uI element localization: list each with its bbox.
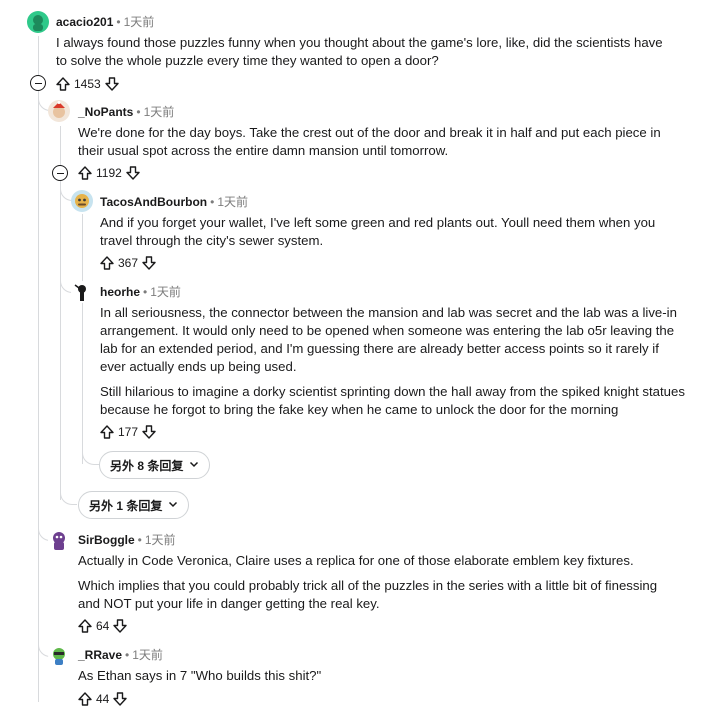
vote-count: 1192: [96, 166, 122, 180]
comment-body: And if you forget your wallet, I've left…: [100, 214, 690, 250]
upvote-icon[interactable]: [99, 255, 115, 271]
downvote-icon[interactable]: [125, 165, 141, 181]
upvote-icon[interactable]: [77, 618, 93, 634]
upvote-icon[interactable]: [55, 76, 71, 92]
comment-body: I always found those puzzles funny when …: [56, 34, 676, 70]
comment-meta: TacosAndBourbon • 1天前: [100, 195, 248, 209]
avatar[interactable]: [71, 281, 93, 303]
more-replies-button[interactable]: 另外 8 条回复: [99, 451, 211, 479]
comment-meta: SirBoggle • 1天前: [78, 533, 176, 547]
thread-line: [60, 126, 61, 500]
comment-paragraph: Which implies that you could probably tr…: [78, 578, 658, 611]
comment-body: In all seriousness, the connector betwee…: [100, 304, 688, 419]
timestamp[interactable]: 1天前: [124, 15, 155, 29]
comment-paragraph: As Ethan says in 7 "Who builds this shit…: [78, 668, 322, 683]
vote-count: 177: [118, 425, 139, 439]
vote-bar: 1453: [55, 74, 120, 94]
vote-bar: 64: [77, 616, 128, 636]
timestamp[interactable]: 1天前: [145, 533, 176, 547]
username[interactable]: _NoPants: [78, 105, 133, 119]
timestamp[interactable]: 1天前: [132, 648, 163, 662]
vote-count: 44: [96, 692, 110, 706]
avatar[interactable]: [48, 529, 70, 551]
vote-bar: 1192: [77, 163, 141, 183]
username[interactable]: heorhe: [100, 285, 140, 299]
chevron-down-icon: [162, 498, 178, 512]
upvote-icon[interactable]: [99, 424, 115, 440]
collapse-icon[interactable]: [52, 165, 68, 181]
timestamp[interactable]: 1天前: [217, 195, 248, 209]
thread-connector: [82, 450, 99, 465]
username[interactable]: _RRave: [78, 648, 122, 662]
vote-bar: 177: [99, 422, 157, 442]
comment-body: We're done for the day boys. Take the cr…: [78, 124, 678, 160]
downvote-icon[interactable]: [104, 76, 120, 92]
comment-meta: _RRave • 1天前: [78, 648, 163, 662]
comment-paragraph: I always found those puzzles funny when …: [56, 35, 663, 68]
comment-paragraph: And if you forget your wallet, I've left…: [100, 215, 656, 248]
collapse-icon[interactable]: [30, 75, 46, 91]
downvote-icon[interactable]: [112, 618, 128, 634]
upvote-icon[interactable]: [77, 691, 93, 707]
comment-meta: heorhe • 1天前: [100, 285, 181, 299]
username[interactable]: TacosAndBourbon: [100, 195, 207, 209]
vote-count: 367: [118, 256, 139, 270]
more-replies-button[interactable]: 另外 1 条回复: [78, 491, 190, 519]
username[interactable]: acacio201: [56, 15, 113, 29]
comment-meta: acacio201 • 1天前: [56, 15, 155, 29]
comment-paragraph: We're done for the day boys. Take the cr…: [78, 125, 661, 158]
chevron-down-icon: [183, 458, 199, 472]
comment-paragraph: Actually in Code Veronica, Claire uses a…: [78, 553, 634, 568]
avatar[interactable]: [48, 644, 70, 666]
comment-paragraph: In all seriousness, the connector betwee…: [100, 305, 677, 374]
avatar[interactable]: [27, 11, 49, 33]
downvote-icon[interactable]: [112, 691, 128, 707]
thread-line: [82, 214, 83, 464]
comment-meta: _NoPants • 1天前: [78, 105, 175, 119]
username[interactable]: SirBoggle: [78, 533, 135, 547]
downvote-icon[interactable]: [141, 424, 157, 440]
avatar[interactable]: [71, 190, 93, 212]
vote-bar: 44: [77, 689, 128, 709]
upvote-icon[interactable]: [77, 165, 93, 181]
more-replies-label: 另外 8 条回复: [110, 458, 184, 473]
comment-body: As Ethan says in 7 "Who builds this shit…: [78, 667, 678, 685]
downvote-icon[interactable]: [141, 255, 157, 271]
timestamp[interactable]: 1天前: [144, 105, 175, 119]
timestamp[interactable]: 1天前: [150, 285, 181, 299]
comment-paragraph: Still hilarious to imagine a dorky scien…: [100, 384, 685, 417]
avatar[interactable]: [48, 100, 70, 122]
vote-count: 64: [96, 619, 110, 633]
vote-bar: 367: [99, 253, 157, 273]
more-replies-label: 另外 1 条回复: [89, 498, 163, 513]
comment-body: Actually in Code Veronica, Claire uses a…: [78, 552, 678, 613]
thread-line: [38, 36, 39, 702]
vote-count: 1453: [74, 77, 101, 91]
thread-connector: [60, 490, 77, 505]
